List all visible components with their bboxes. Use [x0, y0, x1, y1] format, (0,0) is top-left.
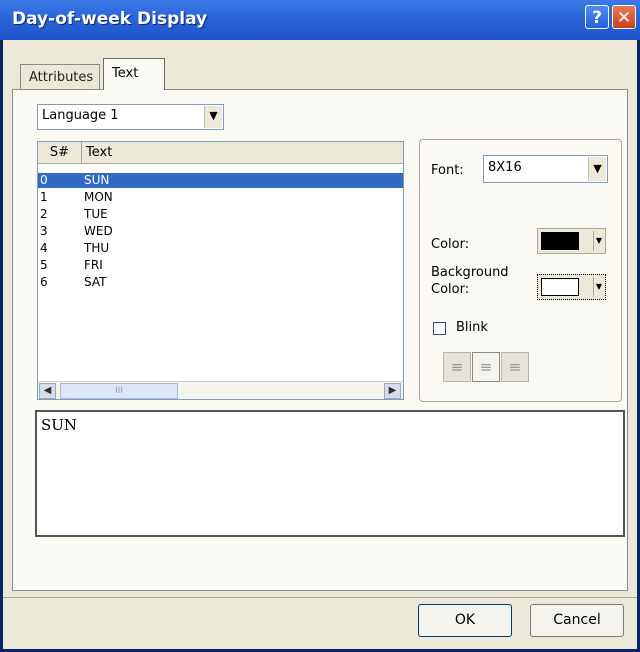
blink-checkbox[interactable]: [433, 322, 446, 335]
font-select-value: 8X16: [488, 160, 522, 175]
background-color-picker[interactable]: ▼: [537, 274, 606, 300]
row-number: 2: [40, 207, 48, 221]
footer-divider: [3, 597, 637, 598]
background-label-line2: Color:: [431, 282, 470, 297]
text-preview[interactable]: SUN: [35, 410, 625, 537]
list-item[interactable]: 1 MON: [38, 190, 403, 205]
background-label-line1: Background: [431, 265, 509, 280]
chevron-down-icon[interactable]: ▼: [593, 277, 604, 297]
row-text: MON: [84, 190, 113, 204]
chevron-down-icon[interactable]: ▼: [593, 231, 604, 251]
horizontal-scrollbar[interactable]: ◀ III ▶: [38, 381, 403, 399]
list-item[interactable]: 2 TUE: [38, 207, 403, 222]
language-select-value: Language 1: [42, 108, 119, 123]
scroll-left-icon[interactable]: ◀: [39, 383, 56, 399]
font-select[interactable]: 8X16 ▼: [483, 155, 608, 183]
list-header: S# Text: [38, 142, 403, 164]
row-text: THU: [84, 241, 110, 255]
column-header-number[interactable]: S#: [38, 142, 82, 163]
text-list[interactable]: S# Text 0 SUN 1 MON 2 TUE 3 WED 4 THU 5 …: [37, 141, 404, 400]
scrollbar-thumb[interactable]: III: [60, 383, 178, 399]
background-swatch: [541, 278, 579, 296]
tab-text[interactable]: Text: [103, 58, 165, 90]
align-left-icon[interactable]: ≡: [443, 352, 471, 382]
row-number: 3: [40, 224, 48, 238]
chevron-down-icon[interactable]: ▼: [588, 157, 606, 181]
column-header-text[interactable]: Text: [82, 142, 403, 163]
close-button[interactable]: ✕: [612, 5, 636, 29]
list-item[interactable]: 0 SUN: [38, 173, 403, 188]
scroll-right-icon[interactable]: ▶: [384, 383, 401, 399]
row-text: TUE: [84, 207, 108, 221]
ok-button[interactable]: OK: [418, 604, 512, 637]
close-icon: ✕: [616, 8, 632, 28]
row-number: 6: [40, 275, 48, 289]
preview-text: SUN: [41, 416, 78, 434]
color-label: Color:: [431, 237, 470, 252]
align-right-icon[interactable]: ≡: [501, 352, 529, 382]
list-item[interactable]: 6 SAT: [38, 275, 403, 290]
row-number: 5: [40, 258, 48, 272]
align-center-icon[interactable]: ≡: [472, 352, 500, 382]
row-text: FRI: [84, 258, 103, 272]
font-label: Font:: [431, 163, 464, 178]
alignment-toolbar: ≡ ≡ ≡: [443, 352, 529, 382]
list-item[interactable]: 5 FRI: [38, 258, 403, 273]
row-text: SAT: [84, 275, 107, 289]
list-item[interactable]: 3 WED: [38, 224, 403, 239]
window-title: Day-of-week Display: [12, 9, 208, 29]
row-number: 0: [40, 173, 48, 187]
title-bar[interactable]: Day-of-week Display ? ✕: [0, 0, 640, 40]
row-number: 4: [40, 241, 48, 255]
language-select[interactable]: Language 1 ▼: [37, 104, 224, 130]
list-item[interactable]: 4 THU: [38, 241, 403, 256]
color-swatch: [541, 232, 579, 250]
row-number: 1: [40, 190, 48, 204]
blink-label[interactable]: Blink: [456, 320, 488, 335]
help-button[interactable]: ?: [585, 5, 609, 29]
color-picker[interactable]: ▼: [537, 228, 606, 254]
cancel-button[interactable]: Cancel: [530, 604, 624, 637]
tab-attributes[interactable]: Attributes: [20, 64, 100, 90]
help-icon: ?: [592, 8, 602, 28]
row-text: WED: [84, 224, 113, 238]
row-text: SUN: [84, 173, 110, 187]
chevron-down-icon[interactable]: ▼: [204, 106, 222, 128]
